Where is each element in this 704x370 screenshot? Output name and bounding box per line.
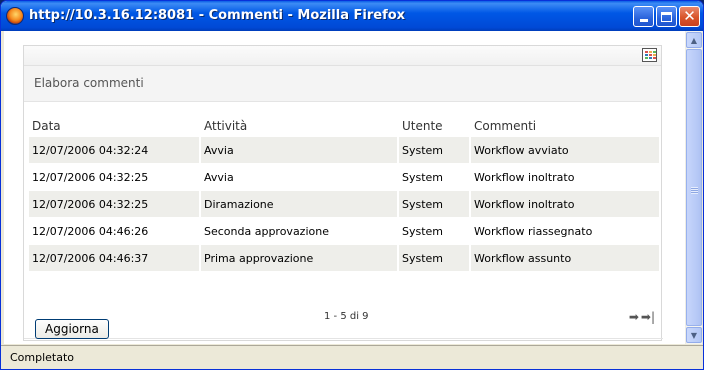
cell-utente: System bbox=[399, 137, 471, 164]
grid-options-icon[interactable] bbox=[642, 48, 657, 62]
page-viewport: Elabora commenti Data Attività Utente Co… bbox=[4, 31, 685, 344]
close-icon: ✕ bbox=[683, 7, 696, 25]
minimize-icon bbox=[639, 19, 648, 22]
grip-icon bbox=[691, 187, 698, 194]
cell-data: 12/07/2006 04:46:37 bbox=[29, 245, 201, 272]
panel-toolbar bbox=[24, 46, 661, 66]
column-header-utente[interactable]: Utente bbox=[399, 115, 471, 137]
maximize-button[interactable] bbox=[656, 6, 677, 27]
panel-divider bbox=[24, 338, 663, 339]
cell-commenti: Workflow assunto bbox=[471, 245, 661, 272]
cell-data: 12/07/2006 04:46:26 bbox=[29, 218, 201, 245]
table-row[interactable]: 12/07/2006 04:32:24 Avvia System Workflo… bbox=[29, 137, 661, 164]
vertical-scrollbar[interactable]: ▲ ▼ bbox=[685, 31, 702, 344]
column-header-commenti[interactable]: Commenti bbox=[471, 115, 661, 137]
title-bar[interactable]: http://10.3.16.12:8081 - Commenti - Mozi… bbox=[1, 1, 703, 31]
firefox-icon[interactable] bbox=[6, 7, 24, 25]
comments-panel: Elabora commenti Data Attività Utente Co… bbox=[23, 45, 663, 341]
cell-commenti: Workflow inoltrato bbox=[471, 191, 661, 218]
cell-commenti: Workflow avviato bbox=[471, 137, 661, 164]
cell-utente: System bbox=[399, 218, 471, 245]
cell-attivita: Seconda approvazione bbox=[201, 218, 399, 245]
close-button[interactable]: ✕ bbox=[679, 6, 700, 27]
browser-window: http://10.3.16.12:8081 - Commenti - Mozi… bbox=[0, 0, 704, 370]
cell-utente: System bbox=[399, 191, 471, 218]
maximize-icon bbox=[661, 11, 672, 22]
cell-commenti: Workflow riassegnato bbox=[471, 218, 661, 245]
table-header-row: Data Attività Utente Commenti bbox=[29, 115, 661, 137]
cell-attivita: Avvia bbox=[201, 164, 399, 191]
table-row[interactable]: 12/07/2006 04:32:25 Avvia System Workflo… bbox=[29, 164, 661, 191]
cell-attivita: Prima approvazione bbox=[201, 245, 399, 272]
cell-utente: System bbox=[399, 164, 471, 191]
cell-utente: System bbox=[399, 245, 471, 272]
cell-data: 12/07/2006 04:32:25 bbox=[29, 191, 201, 218]
scroll-down-arrow-icon[interactable]: ▼ bbox=[686, 327, 702, 343]
table-row[interactable]: 12/07/2006 04:32:25 Diramazione System W… bbox=[29, 191, 661, 218]
status-bar: Completato bbox=[1, 345, 703, 369]
scroll-up-arrow-icon[interactable]: ▲ bbox=[686, 32, 702, 48]
column-header-data[interactable]: Data bbox=[29, 115, 201, 137]
next-page-icon[interactable]: ➡ bbox=[629, 310, 639, 324]
pager-controls: ➡ ➡| bbox=[629, 310, 655, 324]
scrollbar-thumb[interactable] bbox=[686, 49, 702, 326]
minimize-button[interactable] bbox=[633, 6, 654, 27]
window-title: http://10.3.16.12:8081 - Commenti - Mozi… bbox=[29, 8, 406, 23]
panel-heading: Elabora commenti bbox=[24, 66, 661, 102]
refresh-button[interactable]: Aggiorna bbox=[35, 319, 109, 339]
cell-commenti: Workflow inoltrato bbox=[471, 164, 661, 191]
table-row[interactable]: 12/07/2006 04:46:37 Prima approvazione S… bbox=[29, 245, 661, 272]
last-page-icon[interactable]: ➡| bbox=[641, 310, 655, 324]
comments-table: Data Attività Utente Commenti 12/07/2006… bbox=[29, 115, 661, 272]
cell-data: 12/07/2006 04:32:25 bbox=[29, 164, 201, 191]
table-row[interactable]: 12/07/2006 04:46:26 Seconda approvazione… bbox=[29, 218, 661, 245]
column-header-attivita[interactable]: Attività bbox=[201, 115, 399, 137]
pager-text: 1 - 5 di 9 bbox=[324, 311, 369, 322]
status-text: Completato bbox=[10, 351, 75, 364]
cell-attivita: Avvia bbox=[201, 137, 399, 164]
cell-data: 12/07/2006 04:32:24 bbox=[29, 137, 201, 164]
cell-attivita: Diramazione bbox=[201, 191, 399, 218]
